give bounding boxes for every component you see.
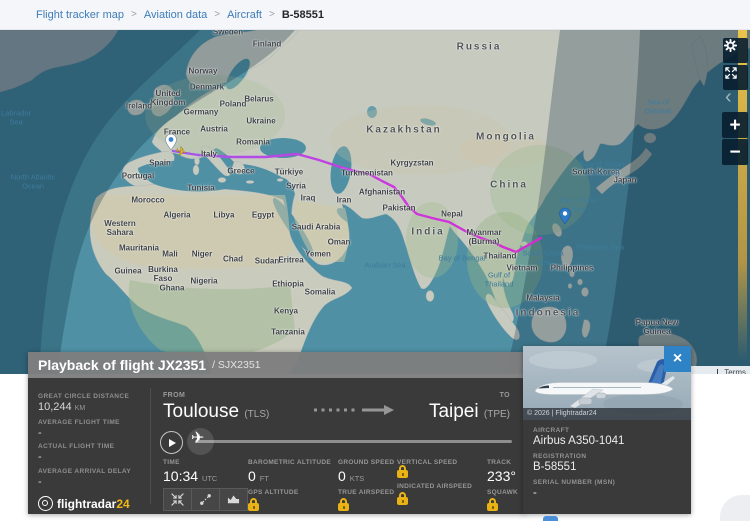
clipped-content-below [543,516,558,521]
route-from: FROM Toulouse (TLS) [163,392,269,423]
playback-timeline-slider[interactable] [195,440,512,443]
world-map-art: ✈ [0,30,750,374]
playback-callsign: / SJX2351 [212,359,260,371]
aircraft-registration: B-58551 [533,461,691,473]
breadcrumb-current-registration: B-58551 [282,9,324,21]
map-settings-button[interactable] [723,38,748,63]
origin-city: Toulouse (TLS) [163,401,269,423]
breadcrumb-link-aviation-data[interactable]: Aviation data [144,9,207,21]
center-map-icon [171,493,184,506]
flightradar24-logo-icon [38,496,53,511]
lock-icon[interactable] [487,503,498,511]
world-map[interactable]: ✈ SwedenFinlandNorwayDenmarkUnited Kingd… [0,30,750,374]
breadcrumb-link-flight-tracker-map[interactable]: Flight tracker map [36,9,124,21]
destination-airport-code: (TPE) [484,409,510,420]
aircraft-info-panel: © 2026 | Flightradar24 × AIRCRAFT Airbus… [523,346,691,514]
photo-credit: © 2026 | Flightradar24 [523,408,691,420]
panel-divider [150,388,151,504]
close-panel-button[interactable]: × [664,346,691,372]
lock-icon[interactable] [397,470,408,478]
stat-actual-flight-time: ACTUAL FLIGHT TIME - [38,443,114,463]
page-corner-decoration [720,495,750,521]
flightradar24-page: Flight tracker map > Aviation data > Air… [0,0,750,521]
lock-icon[interactable] [338,503,349,511]
terms-link[interactable]: Terms [724,368,746,375]
gear-icon [723,38,738,53]
playback-panel: Playback of flight JX2351 / SJX2351 GREA… [28,352,525,514]
breadcrumb-separator: > [269,9,275,20]
zoom-in-button[interactable]: + [722,112,748,138]
telemetry-track: TRACK 233° SQUAWK [487,459,518,511]
play-icon [169,439,176,447]
breadcrumb: Flight tracker map > Aviation data > Air… [0,0,750,30]
altitude-chart-button[interactable] [219,488,248,511]
aircraft-details: AIRCRAFT Airbus A350-1041 REGISTRATION B… [523,420,691,514]
center-map-button[interactable] [163,488,192,511]
playback-tool-buttons [163,488,247,511]
slider-thumb-plane-icon[interactable]: ✈ [191,430,204,446]
play-button[interactable] [160,431,183,454]
playback-body: GREAT CIRCLE DISTANCE 10,244 KM AVERAGE … [28,378,525,514]
aircraft-photo[interactable]: © 2026 | Flightradar24 × [523,346,691,420]
destination-city: Taipei (TPE) [429,401,510,423]
altitude-chart-icon [227,493,240,506]
playback-title: Playback of flight JX2351 [38,357,206,373]
route-to: TO Taipei (TPE) [429,392,510,423]
route-trail-button[interactable] [191,488,220,511]
stat-average-flight-time: AVERAGE FLIGHT TIME - [38,419,120,439]
route-arrow-icon [312,404,398,416]
breadcrumb-separator: > [214,9,220,20]
telemetry-vertical-speed: VERTICAL SPEED INDICATED AIRSPEED [397,459,472,505]
aircraft-type: Airbus A350-1041 [533,435,691,447]
stat-average-arrival-delay: AVERAGE ARRIVAL DELAY - [38,468,131,488]
route-trail-icon [199,493,212,506]
lock-icon[interactable] [397,497,408,505]
telemetry-ground-speed: GROUND SPEED 0 KTS TRUE AIRSPEED [338,459,394,511]
flightradar24-logo[interactable]: flightradar24 [38,496,130,511]
telemetry-time: TIME 10:34 UTC [163,459,217,484]
panel-collapse-chevron[interactable]: ‹ [725,86,732,109]
telemetry-altitude: BAROMETRIC ALTITUDE 0 FT GPS ALTITUDE [248,459,331,511]
fullscreen-icon [723,65,739,81]
flight-stats: GREAT CIRCLE DISTANCE 10,244 KM AVERAGE … [38,378,150,514]
stat-great-circle-distance: GREAT CIRCLE DISTANCE 10,244 KM [38,393,129,413]
breadcrumb-link-aircraft[interactable]: Aircraft [227,9,262,21]
breadcrumb-separator: > [131,9,137,20]
zoom-out-button[interactable]: − [722,139,748,165]
playback-header: Playback of flight JX2351 / SJX2351 [28,352,525,378]
origin-airport-code: (TLS) [244,409,269,420]
lock-icon[interactable] [248,503,259,511]
aircraft-serial-number: - [533,487,691,499]
